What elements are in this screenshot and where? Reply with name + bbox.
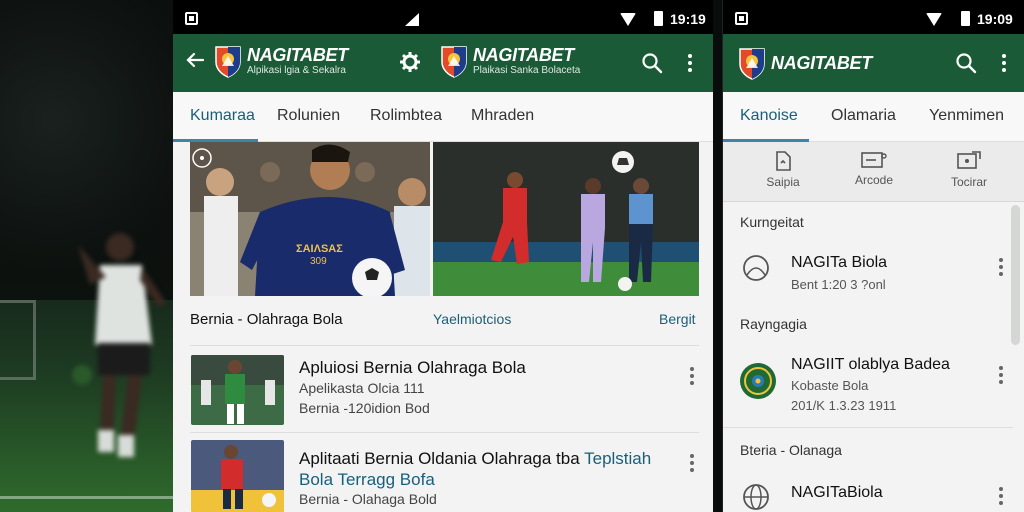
tab-bar: Kumaraa Rolunien Rolimbtea Mhraden <box>173 92 713 142</box>
more-vert-icon[interactable] <box>688 54 692 75</box>
football-player-photo <box>191 355 284 425</box>
search-icon[interactable] <box>641 52 663 79</box>
section-header: Bteria - Olanaga <box>740 442 842 458</box>
list-item-subtitle: Kobaste Bola <box>791 378 869 393</box>
notification-icon <box>735 12 748 25</box>
screen-share-icon <box>957 151 981 169</box>
list-item-title: Apluiosi Bernia Olahraga Bola <box>299 358 526 377</box>
goal-post <box>0 300 36 380</box>
brand-name: NAGITABET <box>771 53 872 73</box>
wifi-icon <box>620 13 636 26</box>
globe-icon <box>743 484 769 510</box>
list-item-subtitle: Bent 1:20 3 ?onl <box>791 277 886 292</box>
svg-text:ΣAIΛSAΣ: ΣAIΛSAΣ <box>296 243 343 255</box>
ticket-icon <box>861 152 887 168</box>
list-item-title: Aplitaati Bernia Oldania Olahraga tba Te… <box>299 449 651 469</box>
brand-logo[interactable]: NAGITABET <box>737 46 872 80</box>
list-item-meta: 201/K 1.3.23 1911 <box>791 398 897 413</box>
phone-screen-main: 19:19 NAGITABET Alpikasi lgia & Sekalra <box>173 0 713 512</box>
tab-rolunien[interactable]: Rolunien <box>277 107 340 125</box>
brand-tagline: Plaikasi Sanka Bolaceta <box>473 65 581 76</box>
tab-kumaraa[interactable]: Kumaraa <box>190 107 255 125</box>
hero-caption: Bernia - Olahraga Bola <box>190 311 343 328</box>
wifi-icon <box>926 13 942 26</box>
list-item-subtitle: Apelikasta Olcia 111 <box>299 380 425 396</box>
status-time: 19:19 <box>670 11 706 27</box>
signal-icon <box>405 13 419 26</box>
more-vert-icon[interactable] <box>999 366 1003 387</box>
app-bar: NAGITABET Alpikasi lgia & Sekalra NAGITA… <box>173 34 713 92</box>
football-player-photo <box>191 440 284 512</box>
quick-actions: Saipia Arcode Tocirar <box>723 142 1024 202</box>
battery-icon <box>961 11 970 26</box>
list-item-title: NAGITa Biola <box>791 254 888 271</box>
brand-name: NAGITABET <box>473 45 574 65</box>
football-outline-icon <box>743 255 769 281</box>
tab-mhraden[interactable]: Mhraden <box>471 107 534 125</box>
list-item-title-text: Aplitaati Bernia Oldania Olahraga tba <box>299 449 580 468</box>
football-player-dribbling-photo: ΣAIΛSAΣ 309 <box>190 142 430 296</box>
tab-kanoise[interactable]: Kanoise <box>740 107 798 125</box>
list-item-thumbnail <box>191 440 284 512</box>
tab-olamaria[interactable]: Olamaria <box>831 107 896 125</box>
list-item-meta: Bernia - Olahaga Bold <box>299 491 437 507</box>
divider <box>723 427 1013 428</box>
hero-link-1[interactable]: Yaelmiotcios <box>433 311 511 327</box>
list-item-title: NAGITaBiola <box>791 484 883 501</box>
scrollbar[interactable] <box>1011 205 1020 345</box>
brand-logo-secondary[interactable]: NAGITABET Plaikasi Sanka Bolaceta <box>439 44 580 78</box>
brand-name: NAGITABET <box>247 45 348 65</box>
blurred-player-figure <box>72 233 166 457</box>
gear-icon[interactable] <box>399 51 421 78</box>
app-bar: NAGITABET <box>723 34 1024 92</box>
quick-action-label: Tocirar <box>950 175 987 189</box>
screen-gap <box>713 0 722 512</box>
more-vert-icon[interactable] <box>999 258 1003 279</box>
more-vert-icon[interactable] <box>1002 54 1006 75</box>
status-bar: 19:19 <box>173 0 713 34</box>
document-icon <box>776 151 791 171</box>
tab-yenmimen[interactable]: Yenmimen <box>929 107 1004 125</box>
brand-tagline: Alpikasi lgia & Sekalra <box>247 65 346 76</box>
list-item-title-accent: Bola Terragg Bofa <box>299 470 435 489</box>
svg-text:309: 309 <box>310 256 327 267</box>
list-item-title-accent: Teplstiah <box>584 449 652 468</box>
list-item-thumbnail <box>191 355 284 425</box>
quick-action-saipia[interactable]: Saipia <box>743 151 823 189</box>
list-item-title: NAGIIT olablya Badea <box>791 356 950 373</box>
arrow-left-icon[interactable] <box>185 50 205 75</box>
quick-action-tocirar[interactable]: Tocirar <box>929 151 1009 189</box>
hero-image-right[interactable] <box>433 142 699 296</box>
brand-logo-primary[interactable]: NAGITABET Alpikasi lgia & Sekalra <box>213 44 348 78</box>
tab-rolimbtea[interactable]: Rolimbtea <box>370 107 442 125</box>
football-match-players-photo <box>433 142 699 296</box>
list-item-meta: Bernia -120idion Bod <box>299 400 430 416</box>
tab-bar: Kanoise Olamaria Yenmimen <box>723 92 1024 142</box>
brand-shield-icon <box>441 46 467 78</box>
quick-action-label: Saipia <box>766 175 800 189</box>
badge-logo-icon <box>740 363 776 399</box>
status-time: 19:09 <box>977 11 1013 27</box>
divider <box>190 432 699 433</box>
more-vert-icon[interactable] <box>690 367 694 388</box>
quick-action-arcode[interactable]: Arcode <box>834 151 914 187</box>
background-photo <box>0 0 175 512</box>
phone-screen-secondary: 19:09 NAGITABET Kanoise Olamaria Yenmime… <box>722 0 1024 512</box>
hero-image-left[interactable]: ΣAIΛSAΣ 309 <box>190 142 430 296</box>
status-bar: 19:09 <box>723 0 1024 34</box>
search-icon[interactable] <box>955 52 977 79</box>
more-vert-icon[interactable] <box>999 487 1003 508</box>
quick-action-label: Arcode <box>854 173 894 187</box>
brand-shield-icon <box>215 46 241 78</box>
hero-link-2[interactable]: Bergit <box>659 311 696 327</box>
brand-shield-icon <box>739 48 765 80</box>
pitch-line <box>0 496 175 499</box>
section-header: Kurngeitat <box>740 214 804 230</box>
divider <box>190 345 699 346</box>
notification-icon <box>185 12 198 25</box>
battery-icon <box>654 11 663 26</box>
section-header: Rayngagia <box>740 316 807 332</box>
more-vert-icon[interactable] <box>690 454 694 475</box>
